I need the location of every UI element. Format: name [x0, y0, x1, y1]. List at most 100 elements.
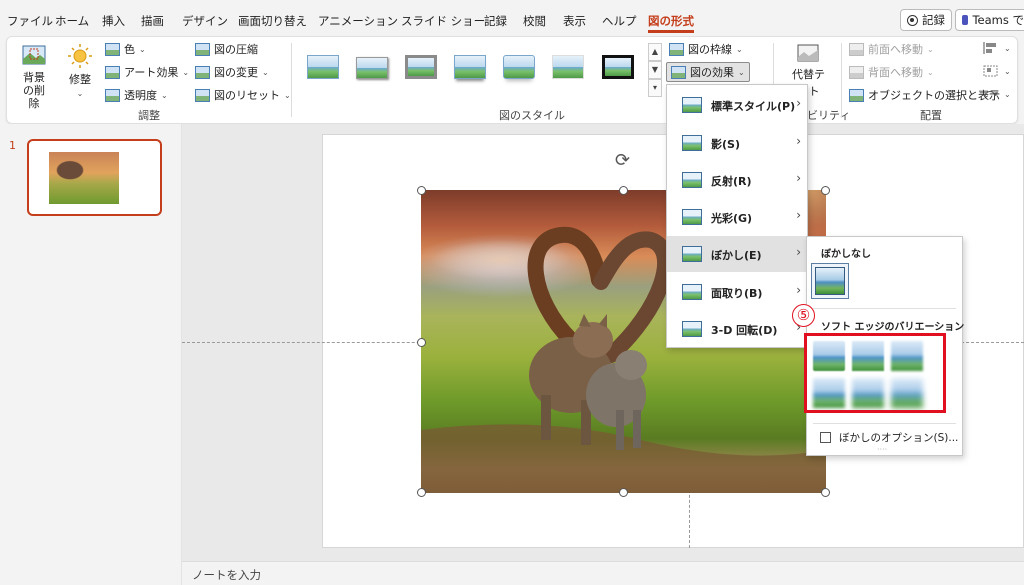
rotate-objects-button[interactable]: ⌄: [982, 87, 1011, 101]
rotate-handle-icon[interactable]: ⟳: [615, 150, 630, 171]
gallery-down-icon[interactable]: ▼: [648, 61, 662, 79]
tab-view[interactable]: 表示: [563, 13, 586, 29]
bring-forward-button[interactable]: 前面へ移動 ⌄: [849, 41, 934, 57]
preset-icon: [682, 97, 702, 113]
transparency-icon: [105, 88, 120, 102]
chevron-down-icon: ⌄: [161, 90, 168, 100]
resize-handle[interactable]: [821, 488, 830, 497]
picture-border-button[interactable]: 図の枠線 ⌄: [669, 41, 743, 57]
change-picture-button[interactable]: 図の変更 ⌄: [195, 64, 269, 80]
notes-pane[interactable]: ノートを入力: [182, 561, 1024, 585]
color-label: 色: [124, 43, 135, 56]
notes-placeholder: ノートを入力: [192, 568, 261, 582]
tab-record[interactable]: 記録: [484, 13, 507, 29]
chevron-down-icon: ⌄: [1004, 43, 1011, 53]
compress-pictures-button[interactable]: 図の圧縮: [195, 41, 258, 57]
reset-picture-button[interactable]: 図のリセット ⌄: [195, 87, 291, 103]
art-effects-label: アート効果: [124, 66, 179, 79]
tab-animations[interactable]: アニメーション: [318, 13, 398, 29]
transparency-button[interactable]: 透明度 ⌄: [105, 87, 168, 103]
gallery-scroll[interactable]: ▲ ▼ ▾: [648, 43, 662, 99]
picture-style-3[interactable]: [401, 51, 441, 83]
send-backward-button[interactable]: 背面へ移動 ⌄: [849, 64, 934, 80]
art-effects-button[interactable]: アート効果 ⌄: [105, 64, 189, 80]
group-label-arrange: 配置: [920, 109, 942, 122]
group-label-adjust: 調整: [138, 109, 160, 122]
picture-style-5[interactable]: [499, 51, 539, 83]
tab-design[interactable]: デザイン: [182, 13, 228, 29]
soft-edge-variations-heading: ソフト エッジのバリエーション: [821, 322, 965, 333]
selection-pane-label: オブジェクトの選択と表示: [868, 89, 1000, 102]
tab-review[interactable]: 校閲: [523, 13, 546, 29]
menu-item-bevel[interactable]: 面取り(B) ›: [667, 274, 807, 310]
picture-style-7[interactable]: [598, 51, 638, 83]
slide-thumbnail-photo: [49, 152, 119, 204]
menu-item-preset[interactable]: 標準スタイル(P) ›: [667, 87, 807, 123]
bevel-icon: [682, 284, 702, 300]
menu-item-glow[interactable]: 光彩(G) ›: [667, 199, 807, 235]
bring-forward-icon: [849, 42, 864, 56]
chevron-right-icon: ›: [796, 96, 801, 110]
gallery-more-icon[interactable]: ▾: [648, 79, 662, 97]
align-icon: [983, 42, 996, 54]
menu-item-label: 標準スタイル(P): [711, 100, 796, 113]
resize-grip-icon[interactable]: ····: [877, 445, 887, 454]
chevron-right-icon: ›: [796, 134, 801, 148]
picture-style-2[interactable]: [352, 51, 392, 83]
tab-picture-format[interactable]: 図の形式: [648, 13, 694, 33]
divider: [813, 308, 956, 309]
group-label-accessibility: ビリティ: [807, 109, 851, 122]
tab-insert[interactable]: 挿入: [102, 13, 125, 29]
menu-bar: ファイル ホーム 挿入 描画 デザイン 画面切り替え アニメーション スライド …: [0, 0, 1024, 36]
color-button[interactable]: 色 ⌄: [105, 41, 146, 57]
menu-item-reflection[interactable]: 反射(R) ›: [667, 162, 807, 198]
remove-background-label: 背景の削除: [23, 71, 45, 110]
3d-rotation-icon: [682, 321, 702, 337]
resize-handle[interactable]: [417, 186, 426, 195]
no-soft-edges-option[interactable]: [811, 263, 849, 299]
resize-handle[interactable]: [619, 186, 628, 195]
resize-handle[interactable]: [417, 338, 426, 347]
chevron-down-icon: ⌄: [736, 44, 743, 54]
corrections-button[interactable]: 修整 ⌄: [67, 43, 93, 98]
picture-effects-button[interactable]: 図の効果 ⌄: [666, 62, 750, 82]
tab-transitions[interactable]: 画面切り替え: [238, 13, 307, 29]
align-button[interactable]: ⌄: [982, 41, 1011, 55]
chevron-down-icon: ⌄: [284, 90, 291, 100]
transparency-label: 透明度: [124, 89, 157, 102]
bring-forward-label: 前面へ移動: [868, 43, 923, 56]
slide-thumbnail[interactable]: [27, 139, 162, 216]
resize-handle[interactable]: [821, 186, 830, 195]
picture-style-4[interactable]: [450, 51, 490, 83]
resize-handle[interactable]: [417, 488, 426, 497]
picture-style-6[interactable]: [548, 51, 588, 83]
tab-file[interactable]: ファイル: [7, 13, 53, 29]
menu-item-shadow[interactable]: 影(S) ›: [667, 125, 807, 161]
tab-slideshow[interactable]: スライド ショー: [401, 13, 485, 29]
reflection-icon: [682, 172, 702, 188]
teams-button[interactable]: Teams で: [955, 9, 1024, 31]
border-icon: [669, 42, 684, 56]
group-label-picture-styles: 図のスタイル: [499, 109, 565, 122]
picture-effects-menu: 標準スタイル(P) › 影(S) › 反射(R) › 光彩(G) › ぼかし(E…: [666, 84, 808, 348]
chevron-down-icon: ⌄: [1004, 89, 1011, 99]
menu-item-soft-edges[interactable]: ぼかし(E) ›: [667, 236, 807, 272]
no-soft-edges-heading: ぼかしなし: [821, 249, 871, 260]
selection-pane-button[interactable]: オブジェクトの選択と表示: [849, 87, 1000, 103]
tab-draw[interactable]: 描画: [141, 13, 164, 29]
soft-edges-icon: [682, 246, 702, 262]
group-objects-button[interactable]: ⌄: [982, 64, 1011, 78]
picture-border-label: 図の枠線: [688, 43, 732, 56]
tab-help[interactable]: ヘルプ: [602, 13, 637, 29]
soft-edges-options[interactable]: ぼかしのオプション(S)...: [820, 430, 958, 445]
resize-handle[interactable]: [619, 488, 628, 497]
picture-style-1[interactable]: [303, 51, 343, 83]
chevron-down-icon: ⌄: [738, 67, 745, 77]
chevron-down-icon: ⌄: [139, 44, 146, 54]
send-backward-label: 背面へ移動: [868, 66, 923, 79]
remove-background-button[interactable]: 背景の削除: [17, 43, 51, 110]
menu-item-3d-rotation[interactable]: 3-D 回転(D) ›: [667, 311, 807, 347]
record-button[interactable]: 記録: [900, 9, 952, 31]
tab-home[interactable]: ホーム: [55, 13, 89, 29]
gallery-up-icon[interactable]: ▲: [648, 43, 662, 61]
